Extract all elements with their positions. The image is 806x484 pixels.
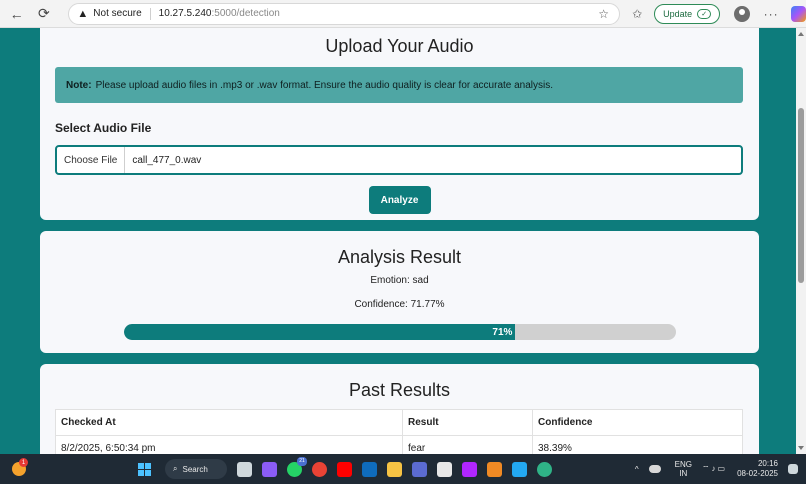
table-header-row: Checked At Result Confidence [55, 409, 743, 436]
lang-line1: ENG [674, 460, 692, 469]
header-checked-at: Checked At [55, 409, 403, 436]
youtube-icon[interactable] [337, 461, 352, 477]
outlook-icon[interactable] [362, 461, 377, 477]
system-tray: ^ ENG IN ⌔♪▭ 20:16 08-02-2025 [635, 459, 806, 479]
note-text: Please upload audio files in .mp3 or .wa… [95, 79, 554, 91]
upload-card: Upload Your Audio Note: Please upload au… [40, 28, 759, 220]
notification-icon[interactable] [788, 464, 798, 474]
note-label: Note: [66, 79, 92, 91]
scroll-down-arrow-icon[interactable] [798, 446, 804, 450]
windows-taskbar: 1 ⌕ Search ^ ENG IN ⌔♪▭ 20:16 08-02-2025 [0, 454, 806, 484]
refresh-icon[interactable]: ⟳ [33, 3, 54, 25]
taskbar-app-icons [227, 456, 552, 477]
audio-file-input[interactable]: Choose File call_477_0.wav [55, 145, 743, 175]
url-host: 10.27.5.240 [158, 8, 212, 19]
wifi-volume-battery-icon[interactable]: ⌔♪▭ [702, 464, 727, 474]
store-icon[interactable] [437, 461, 452, 477]
security-label: Not secure [93, 8, 142, 19]
copilot-app-icon[interactable] [262, 461, 277, 477]
select-audio-label: Select Audio File [55, 121, 152, 135]
update-button[interactable]: Update ✓ [654, 3, 721, 24]
warning-icon: ▲ [77, 7, 89, 20]
scroll-up-arrow-icon[interactable] [798, 32, 804, 36]
update-check-icon: ✓ [697, 8, 712, 19]
copilot-icon[interactable] [790, 5, 806, 22]
tray-caret-icon[interactable]: ^ [635, 465, 639, 474]
profile-avatar[interactable] [734, 5, 750, 22]
jetbrains-icon[interactable] [462, 461, 477, 477]
search-label: Search [182, 464, 208, 474]
weather-badge: 1 [19, 458, 28, 467]
emotion-text: Emotion: sad [370, 275, 429, 286]
more-options-icon[interactable]: ··· [764, 7, 779, 21]
language-indicator[interactable]: ENG IN [675, 460, 692, 478]
past-results-card: Past Results Checked At Result Confidenc… [40, 364, 759, 454]
scrollbar-thumb[interactable] [798, 108, 804, 283]
header-result: Result [402, 409, 533, 436]
clock-date: 08-02-2025 [737, 469, 778, 478]
edge-icon[interactable] [537, 461, 552, 477]
past-results-table-wrap: Checked At Result Confidence 8/2/2025, 6… [55, 409, 743, 454]
search-icon: ⌕ [173, 464, 178, 473]
whatsapp-icon[interactable] [287, 456, 307, 477]
past-results-title: Past Results [348, 380, 451, 400]
update-label: Update [663, 8, 693, 19]
star-icon[interactable]: ☆ [598, 7, 609, 21]
url-path: :5000/detection [211, 8, 280, 19]
file-explorer-icon[interactable] [387, 461, 402, 477]
favorites-icon[interactable]: ✩ [632, 7, 642, 21]
cell-checked-at: 8/2/2025, 6:50:34 pm [55, 435, 403, 454]
taskbar-search[interactable]: ⌕ Search [165, 459, 227, 479]
chrome-icon[interactable] [312, 461, 327, 477]
analyze-button[interactable]: Analyze [368, 186, 431, 214]
choose-file-button[interactable]: Choose File [57, 147, 126, 173]
selected-file-name: call_477_0.wav [132, 154, 202, 166]
result-title: Analysis Result [337, 247, 462, 267]
browser-toolbar: ← ⟳ ▲ Not secure 10.27.5.240:5000/detect… [0, 0, 806, 28]
progress-label: 71% [492, 326, 513, 338]
lang-line2: IN [679, 469, 688, 478]
task-view-icon[interactable] [237, 461, 252, 477]
progress-fill: 71% [123, 324, 516, 340]
upload-title: Upload Your Audio [325, 36, 474, 56]
back-arrow-icon[interactable]: ← [6, 3, 27, 25]
analysis-result-card: Analysis Result Emotion: sad Confidence:… [40, 231, 759, 353]
clock-time: 20:16 [757, 459, 778, 468]
confidence-text: Confidence: 71.77% [354, 299, 445, 310]
confidence-progress-bar: 71% [123, 324, 676, 340]
address-bar[interactable]: ▲ Not secure 10.27.5.240:5000/detection … [68, 2, 621, 25]
java-icon[interactable] [487, 461, 502, 477]
cell-confidence: 38.39% [532, 435, 743, 454]
cell-result: fear [402, 435, 533, 454]
teams-icon[interactable] [412, 461, 427, 477]
vscode-icon[interactable] [512, 461, 527, 477]
header-confidence: Confidence [532, 409, 743, 436]
table-row: 8/2/2025, 6:50:34 pm fear 38.39% [55, 435, 743, 454]
past-results-table: Checked At Result Confidence 8/2/2025, 6… [55, 409, 743, 454]
note-banner: Note: Please upload audio files in .mp3 … [55, 67, 743, 103]
page-content: Upload Your Audio Note: Please upload au… [0, 28, 796, 454]
address-separator [149, 7, 151, 20]
onedrive-icon[interactable] [648, 465, 661, 473]
weather-icon[interactable]: 1 [12, 458, 28, 476]
page-scrollbar[interactable] [796, 28, 806, 454]
clock[interactable]: 20:16 08-02-2025 [737, 459, 778, 479]
start-icon[interactable] [138, 462, 151, 476]
